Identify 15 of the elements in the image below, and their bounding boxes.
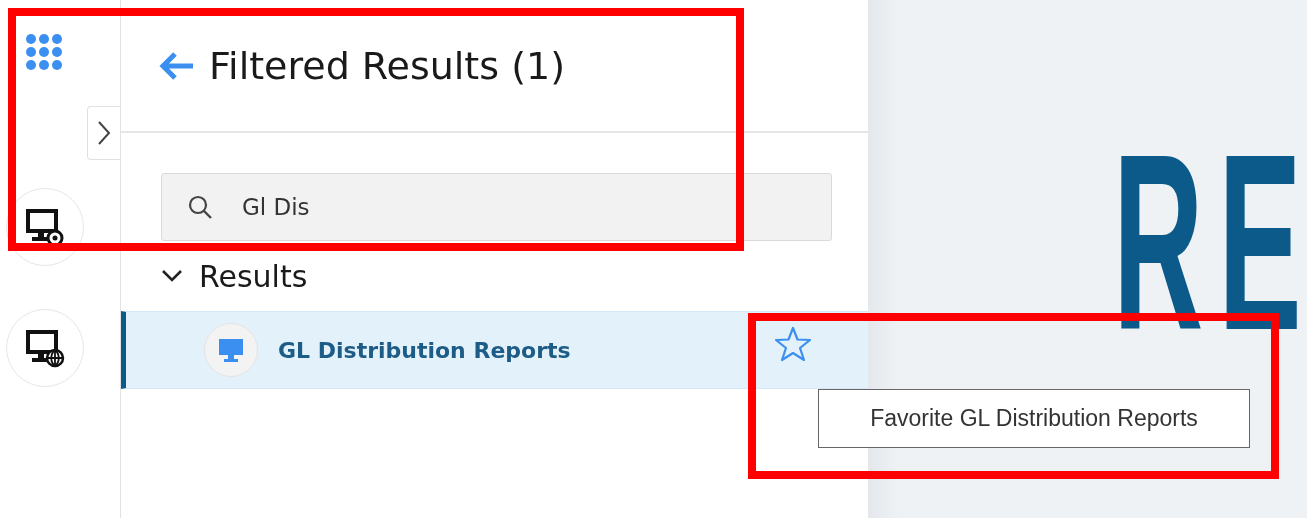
tooltip: Favorite GL Distribution Reports: [818, 389, 1250, 448]
back-arrow-icon[interactable]: [159, 50, 195, 81]
app-grid-icon[interactable]: [25, 33, 63, 71]
group-heading: Results: [199, 258, 308, 294]
chevron-icon[interactable]: [161, 269, 183, 283]
result-label: GL Distribution Reports: [278, 337, 571, 363]
expand-button[interactable]: [87, 106, 120, 160]
search-icon: [187, 194, 213, 220]
result-item[interactable]: GL Distribution Reports: [121, 311, 868, 389]
chevron-right-icon: [97, 120, 111, 146]
search-field[interactable]: Gl Dis: [161, 173, 832, 241]
star-icon[interactable]: [774, 326, 812, 362]
monitor-icon: [204, 323, 258, 377]
monitor-globe-icon: [25, 328, 65, 368]
panel-title: Filtered Results (1): [209, 43, 565, 88]
